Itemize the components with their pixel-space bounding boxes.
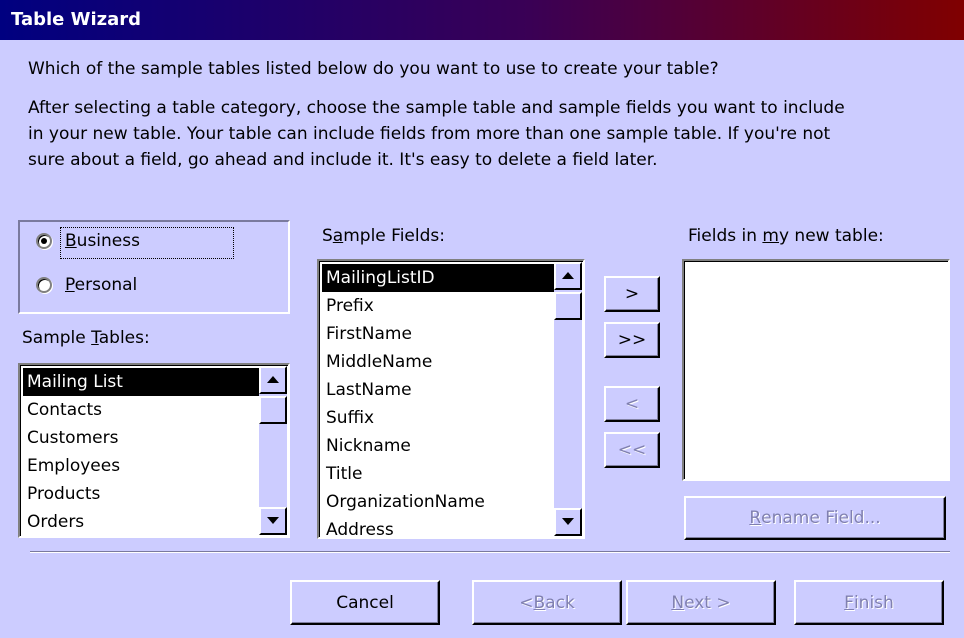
list-item[interactable]: LastName — [322, 376, 555, 404]
list-item[interactable]: Suffix — [322, 404, 555, 432]
list-item[interactable]: Products — [23, 480, 260, 508]
list-item[interactable]: Address — [322, 516, 555, 537]
sample-fields-scrollbar[interactable] — [554, 262, 582, 536]
sample-tables-list[interactable]: Mailing List Contacts Customers Employee… — [18, 363, 290, 538]
radio-selected-dot — [41, 238, 47, 244]
sample-tables-scrollbar[interactable] — [259, 366, 287, 535]
scroll-up-button[interactable] — [554, 262, 582, 290]
sample-fields-label: Sample Fields: — [322, 226, 445, 246]
cancel-button[interactable]: Cancel — [290, 580, 440, 625]
instructions-line-2: in your new table. Your table can includ… — [28, 124, 831, 144]
scroll-up-button[interactable] — [259, 366, 287, 394]
list-item[interactable]: Customers — [23, 424, 260, 452]
title-bar: Table Wizard — [0, 0, 964, 40]
new-table-fields-label: Fields in my new table: — [688, 226, 884, 246]
add-all-fields-button[interactable]: >> — [604, 322, 660, 358]
remove-all-fields-button[interactable]: << — [604, 432, 660, 468]
instructions-line-3: sure about a field, go ahead and include… — [28, 150, 658, 170]
separator — [30, 551, 950, 553]
sample-tables-label: Sample Tables: — [22, 328, 150, 348]
personal-radio-label[interactable]: Personal — [65, 275, 137, 295]
scroll-thumb[interactable] — [554, 292, 582, 320]
arrow-down-icon — [267, 517, 279, 524]
business-radio-label[interactable]: Business — [65, 231, 140, 251]
personal-radio[interactable] — [36, 277, 52, 293]
list-item[interactable]: MiddleName — [322, 348, 555, 376]
arrow-down-icon — [562, 518, 574, 525]
list-item[interactable]: FirstName — [322, 320, 555, 348]
window-title: Table Wizard — [11, 9, 142, 30]
list-item[interactable]: MailingListID — [322, 264, 555, 292]
next-button[interactable]: Next > — [626, 580, 776, 625]
instructions-line-1: After selecting a table category, choose… — [28, 98, 845, 118]
list-item[interactable]: Mailing List — [23, 368, 260, 396]
arrow-up-icon — [562, 272, 574, 279]
rename-field-button[interactable]: Rename Field... — [684, 496, 946, 540]
question-text: Which of the sample tables listed below … — [28, 59, 719, 79]
new-table-fields-list[interactable] — [682, 259, 950, 481]
list-item[interactable]: Employees — [23, 452, 260, 480]
remove-field-button[interactable]: < — [604, 386, 660, 422]
list-item[interactable]: Title — [322, 460, 555, 488]
scroll-thumb[interactable] — [259, 396, 287, 424]
sample-fields-list[interactable]: MailingListID Prefix FirstName MiddleNam… — [317, 259, 585, 539]
list-item[interactable]: Orders — [23, 508, 260, 536]
list-item[interactable]: Prefix — [322, 292, 555, 320]
back-button[interactable]: < Back — [472, 580, 622, 625]
list-item[interactable]: OrganizationName — [322, 488, 555, 516]
add-field-button[interactable]: > — [604, 276, 660, 312]
arrow-up-icon — [267, 376, 279, 383]
business-radio[interactable] — [36, 233, 52, 249]
scroll-down-button[interactable] — [259, 507, 287, 535]
scroll-down-button[interactable] — [554, 508, 582, 536]
finish-button[interactable]: Finish — [794, 580, 944, 625]
list-item[interactable]: Contacts — [23, 396, 260, 424]
list-item[interactable]: Nickname — [322, 432, 555, 460]
